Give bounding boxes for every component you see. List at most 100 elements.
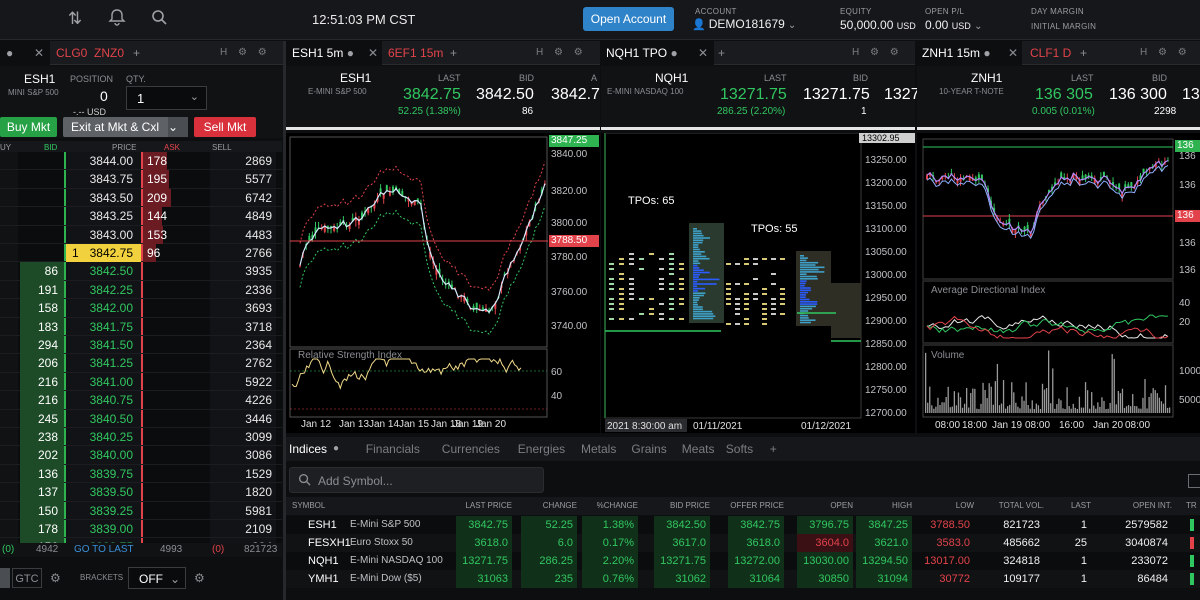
bell-icon[interactable]: [106, 8, 128, 30]
dom-sell-cell[interactable]: 4226: [210, 391, 276, 409]
column-header[interactable]: LAST PRICE: [465, 501, 512, 510]
sell-mkt-button[interactable]: Sell Mkt: [194, 117, 256, 137]
gtc-toggle[interactable]: GTC: [12, 568, 42, 588]
dom-row[interactable]: 137 3839.50 1820: [0, 483, 282, 502]
close-icon[interactable]: ✕: [34, 41, 44, 65]
dom-row[interactable]: 150 3839.25 5981: [0, 501, 282, 520]
dom-sell-cell[interactable]: 2766: [210, 244, 276, 262]
close-icon[interactable]: ✕: [368, 41, 378, 65]
watchlist-tab[interactable]: Indices: [289, 437, 327, 461]
open-pl-value[interactable]: 0.00 USD ⌄: [925, 18, 982, 32]
account-selector[interactable]: 👤 DEMO181679 ⌄: [692, 17, 796, 31]
add-tab-icon[interactable]: +: [1080, 41, 1087, 65]
dom-sell-cell[interactable]: 3446: [210, 410, 276, 428]
dom-bid-cell[interactable]: 136: [20, 464, 64, 484]
open-account-button[interactable]: Open Account: [583, 7, 674, 31]
add-tab-icon[interactable]: +: [133, 41, 140, 65]
quote-row[interactable]: ESH1 E-Mini S&P 500 3842.75 52.25 1.38% 3842.…: [286, 516, 1200, 534]
dom-row[interactable]: 206 3841.25 2762: [0, 354, 282, 373]
dom-price-cell[interactable]: 3839.25: [66, 502, 141, 520]
esh1-chart-svg[interactable]: 3840.00 3820.00 3800.00 3780.00 3760.00 3740.…: [286, 133, 600, 433]
close-icon[interactable]: ✕: [1008, 41, 1018, 65]
column-header[interactable]: HIGH: [892, 501, 912, 510]
dom-bid-cell[interactable]: [20, 244, 64, 262]
dom-bid-cell[interactable]: 238: [20, 428, 64, 447]
dom-bid-cell[interactable]: 202: [20, 446, 64, 465]
add-tab-icon[interactable]: +: [718, 41, 725, 65]
dom-price-cell[interactable]: 3842.50: [66, 262, 141, 280]
dom-sell-cell[interactable]: 1820: [210, 483, 276, 501]
dom-bid-cell[interactable]: 183: [20, 317, 64, 336]
expand-icon[interactable]: [1188, 474, 1200, 488]
dom-price-cell[interactable]: 3840.75: [66, 391, 141, 409]
panel-controls[interactable]: H ⚙ ⚙ ✕: [852, 41, 915, 82]
nqh1-chart-svg[interactable]: 13250.00 13200.00 13150.00 13100.00 13050.00…: [601, 133, 915, 433]
dom-ask-cell[interactable]: 96: [143, 244, 160, 263]
dom-price-cell[interactable]: 3839.50: [66, 483, 141, 501]
dom-bid-cell[interactable]: 158: [20, 299, 64, 318]
column-header[interactable]: OPEN INT.: [1133, 501, 1172, 510]
nqh1-tpo-chart[interactable]: 13250.00 13200.00 13150.00 13100.00 13050.00…: [601, 133, 915, 433]
dom-price-cell[interactable]: 3841.75: [66, 318, 141, 336]
column-header[interactable]: CHANGE: [543, 501, 577, 510]
dom-price-cell[interactable]: 3840.50: [66, 410, 141, 428]
dom-bid-cell[interactable]: 245: [20, 409, 64, 428]
dom-sell-cell[interactable]: 4483: [210, 226, 276, 244]
dom-ask-cell[interactable]: [143, 299, 171, 317]
gear-icon[interactable]: ⚙: [50, 571, 61, 585]
qty-input[interactable]: 1 ⌄: [126, 86, 207, 110]
dom-ask-cell[interactable]: 178: [143, 152, 167, 171]
dom-sell-cell[interactable]: 1529: [210, 465, 276, 483]
dom-ask-cell[interactable]: 209: [143, 188, 171, 208]
dom-bid-cell[interactable]: 178: [20, 520, 64, 539]
dom-price-cell[interactable]: 3843.00: [66, 226, 141, 244]
dom-sell-cell[interactable]: 6742: [210, 189, 276, 207]
dom-price-cell[interactable]: 3843.50: [66, 189, 141, 207]
dom-ask-cell[interactable]: [143, 354, 171, 372]
dom-sell-cell[interactable]: 5577: [210, 170, 276, 188]
column-header[interactable]: LAST: [1071, 501, 1091, 510]
dom-row[interactable]: 158 3842.00 3693: [0, 299, 282, 318]
column-header[interactable]: SYMBOL: [292, 501, 325, 510]
dom-bid-cell[interactable]: 137: [20, 483, 64, 502]
tab-clf1-d[interactable]: CLF1 D: [1024, 41, 1071, 65]
dom-ask-cell[interactable]: [143, 483, 171, 501]
tab-znh1-15m[interactable]: ZNH1 15m ●: [916, 41, 1022, 65]
quote-row[interactable]: NQH1 E-Mini NASDAQ 100 13271.75 286.25 2.20%…: [286, 552, 1200, 570]
dom-row[interactable]: 216 3841.00 5922: [0, 372, 282, 392]
panel-controls[interactable]: H ⚙ ⚙ ✕: [220, 41, 283, 82]
dom-sell-cell[interactable]: 5981: [210, 502, 276, 520]
chevron-down-icon[interactable]: ⌄: [168, 117, 188, 137]
esh1-chart[interactable]: 3840.00 3820.00 3800.00 3780.00 3760.00 3740.…: [286, 133, 600, 433]
dom-row[interactable]: 3844.00 178 2869: [0, 152, 282, 171]
dom-price-cell[interactable]: 3841.25: [66, 354, 141, 372]
tab-6ef1-15m[interactable]: 6EF1 15m: [382, 41, 443, 65]
dom-price-cell[interactable]: 3843.25: [66, 207, 141, 225]
dom-bid-cell[interactable]: [20, 226, 64, 244]
dom-ask-cell[interactable]: [143, 391, 171, 409]
dom-price-cell[interactable]: 3839.75: [66, 465, 141, 483]
dom-bid-cell[interactable]: 191: [20, 280, 64, 300]
dom-ask-cell[interactable]: [143, 410, 171, 428]
quote-row[interactable]: YMH1 E-Mini Dow ($5) 31063 235 0.76% 31062 310…: [286, 570, 1200, 588]
dom-row[interactable]: 191 3842.25 2336: [0, 280, 282, 300]
dom-ask-cell[interactable]: [143, 520, 171, 538]
dom-sell-cell[interactable]: 3718: [210, 318, 276, 336]
dom-bid-cell[interactable]: [20, 189, 64, 207]
dom-price-cell[interactable]: 3842.00: [66, 299, 141, 317]
dom-price-cell[interactable]: 3844.00: [66, 152, 141, 170]
go-to-last-button[interactable]: GO TO LAST: [74, 543, 134, 557]
dom-bid-cell[interactable]: [20, 152, 64, 170]
column-header[interactable]: OFFER PRICE: [730, 501, 784, 510]
dom-sell-cell[interactable]: 2336: [210, 281, 276, 299]
dom-sell-cell[interactable]: 4849: [210, 207, 276, 225]
znh1-chart[interactable]: 136136136136402010000500008:0018:00Jan 1…: [917, 133, 1200, 433]
dom-ask-cell[interactable]: [143, 502, 171, 520]
dom-bid-cell[interactable]: 150: [20, 501, 64, 520]
dom-row[interactable]: 183 3841.75 3718: [0, 317, 282, 336]
watchlist-tab[interactable]: Currencies: [442, 437, 500, 461]
add-tab-icon[interactable]: +: [770, 437, 777, 461]
dom-row[interactable]: 3843.75 195 5577: [0, 170, 282, 189]
dom-sell-cell[interactable]: 3099: [210, 428, 276, 446]
dom-bid-cell[interactable]: 216: [20, 391, 64, 410]
